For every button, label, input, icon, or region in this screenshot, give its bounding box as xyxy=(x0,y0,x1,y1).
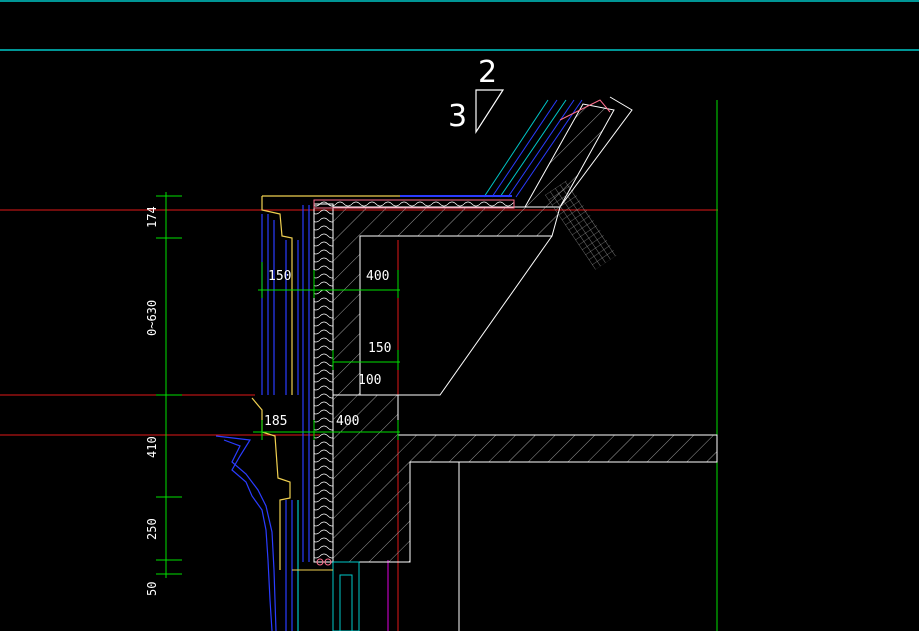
dim-100: 100 xyxy=(358,373,381,388)
vdim-0-630: 0~630 xyxy=(145,300,159,336)
cad-drawing-canvas: 2 3 150 400 150 100 185 400 174 0~630 41… xyxy=(0,0,919,631)
insulation-top-cap xyxy=(313,199,515,209)
eave-soffit-line xyxy=(333,235,553,396)
dim-400-bottom: 400 xyxy=(336,414,359,429)
vdim-50: 50 xyxy=(145,582,159,596)
vertical-dimension-chain xyxy=(156,192,182,578)
roof-tile-grid xyxy=(545,180,617,270)
vdim-174: 174 xyxy=(145,206,159,228)
slope-rise-label: 2 xyxy=(478,55,497,90)
insulation-layer xyxy=(313,203,334,563)
dim-185: 185 xyxy=(264,414,287,429)
slope-run-label: 3 xyxy=(448,99,467,134)
vdim-410: 410 xyxy=(145,436,159,458)
dim-400-top: 400 xyxy=(366,269,389,284)
dim-150-mid: 150 xyxy=(368,341,391,356)
concrete-roof-slab xyxy=(332,206,718,563)
vdim-250: 250 xyxy=(145,518,159,540)
slope-symbol: 2 3 xyxy=(448,55,505,135)
lower-cornice-moulding xyxy=(215,397,299,631)
dim-150-top: 150 xyxy=(268,269,291,284)
